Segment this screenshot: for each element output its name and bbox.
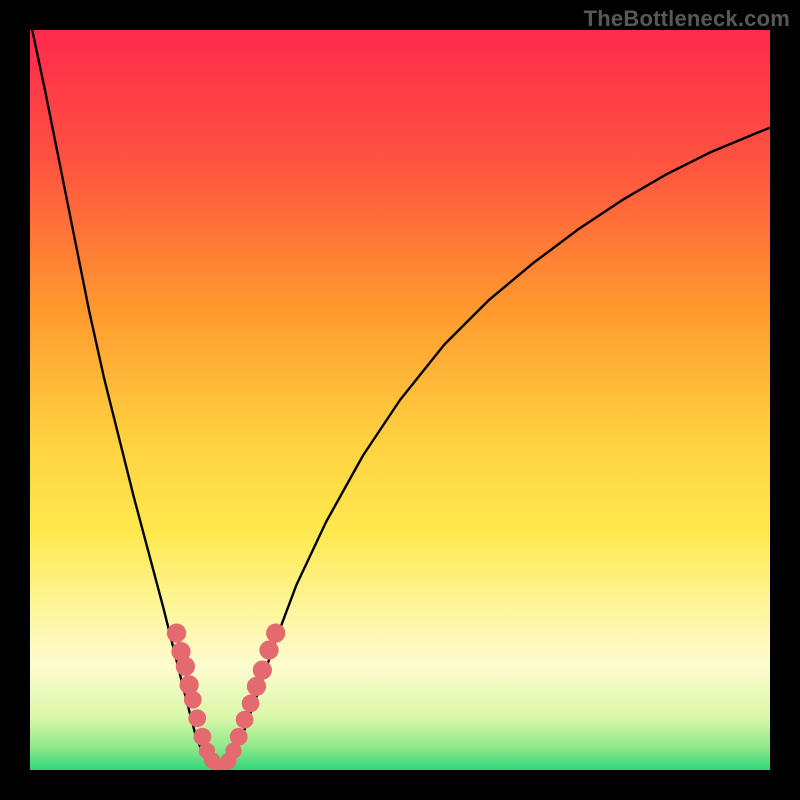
marker-dot bbox=[259, 641, 278, 660]
chart-frame bbox=[30, 30, 770, 770]
marker-dot bbox=[230, 728, 248, 746]
marker-dot bbox=[188, 709, 206, 727]
marker-dot bbox=[236, 711, 254, 729]
marker-dot bbox=[167, 623, 186, 642]
watermark-text: TheBottleneck.com bbox=[584, 6, 790, 32]
marker-dot bbox=[266, 623, 285, 642]
bottleneck-chart bbox=[30, 30, 770, 770]
marker-dot bbox=[176, 657, 195, 676]
marker-dot bbox=[253, 660, 272, 679]
marker-dot bbox=[184, 691, 202, 709]
marker-dot bbox=[242, 695, 260, 713]
